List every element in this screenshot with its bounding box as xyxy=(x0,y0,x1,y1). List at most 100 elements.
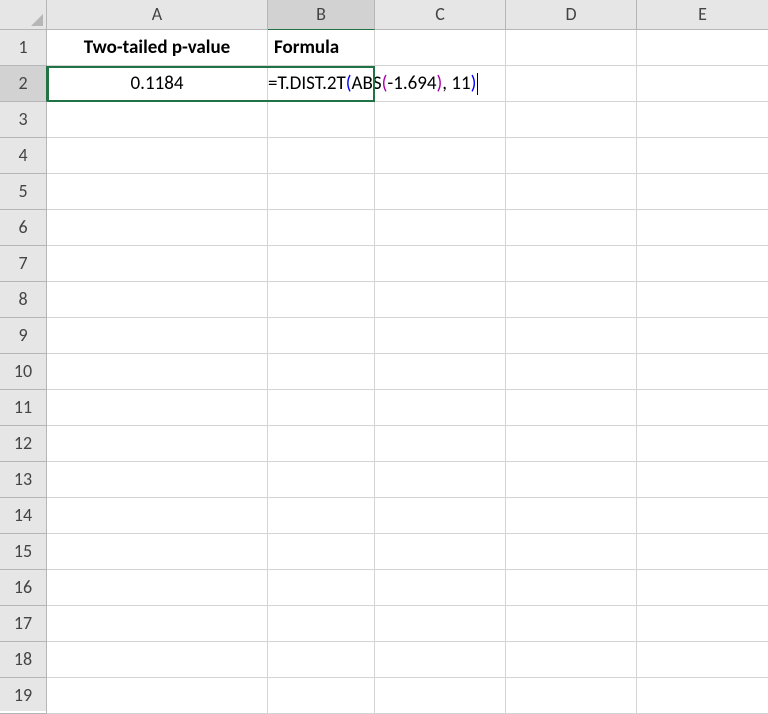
cell-D3[interactable] xyxy=(506,102,637,138)
cell-B10[interactable] xyxy=(268,354,375,390)
cell-A8[interactable] xyxy=(47,282,268,318)
cell-A15[interactable] xyxy=(47,534,268,570)
column-header-D[interactable]: D xyxy=(506,0,637,30)
cell-B5[interactable] xyxy=(268,174,375,210)
cell-C17[interactable] xyxy=(375,606,506,642)
cell-D6[interactable] xyxy=(506,210,637,246)
cell-C3[interactable] xyxy=(375,102,506,138)
cell-B18[interactable] xyxy=(268,642,375,678)
cell-C1[interactable] xyxy=(375,30,506,66)
row-header-5[interactable]: 5 xyxy=(0,174,47,210)
row-header-14[interactable]: 14 xyxy=(0,498,47,534)
row-header-13[interactable]: 13 xyxy=(0,462,47,498)
column-header-E[interactable]: E xyxy=(637,0,768,30)
column-header-B[interactable]: B xyxy=(268,0,375,30)
cell-D14[interactable] xyxy=(506,498,637,534)
cell-D12[interactable] xyxy=(506,426,637,462)
cell-E4[interactable] xyxy=(637,138,768,174)
cell-C7[interactable] xyxy=(375,246,506,282)
cell-E18[interactable] xyxy=(637,642,768,678)
cell-B17[interactable] xyxy=(268,606,375,642)
cell-A16[interactable] xyxy=(47,570,268,606)
cell-E8[interactable] xyxy=(637,282,768,318)
cell-C10[interactable] xyxy=(375,354,506,390)
cell-E19[interactable] xyxy=(637,678,768,714)
cell-E11[interactable] xyxy=(637,390,768,426)
row-header-1[interactable]: 1 xyxy=(0,30,47,66)
cell-A2[interactable]: 0.1184 xyxy=(47,66,268,102)
row-header-15[interactable]: 15 xyxy=(0,534,47,570)
cell-C13[interactable] xyxy=(375,462,506,498)
cell-C14[interactable] xyxy=(375,498,506,534)
cell-A10[interactable] xyxy=(47,354,268,390)
row-header-9[interactable]: 9 xyxy=(0,318,47,354)
cell-A14[interactable] xyxy=(47,498,268,534)
cell-B2[interactable]: =T.DIST.2T(ABS(-1.694), 11) xyxy=(268,66,375,102)
row-header-11[interactable]: 11 xyxy=(0,390,47,426)
cell-C9[interactable] xyxy=(375,318,506,354)
cell-A13[interactable] xyxy=(47,462,268,498)
cell-B9[interactable] xyxy=(268,318,375,354)
cell-B11[interactable] xyxy=(268,390,375,426)
row-header-10[interactable]: 10 xyxy=(0,354,47,390)
cell-E16[interactable] xyxy=(637,570,768,606)
row-header-12[interactable]: 12 xyxy=(0,426,47,462)
cell-C16[interactable] xyxy=(375,570,506,606)
row-header-6[interactable]: 6 xyxy=(0,210,47,246)
cell-D18[interactable] xyxy=(506,642,637,678)
cell-A19[interactable] xyxy=(47,678,268,714)
column-header-C[interactable]: C xyxy=(375,0,506,30)
cell-B8[interactable] xyxy=(268,282,375,318)
cell-B3[interactable] xyxy=(268,102,375,138)
cell-A3[interactable] xyxy=(47,102,268,138)
cell-D4[interactable] xyxy=(506,138,637,174)
cell-E3[interactable] xyxy=(637,102,768,138)
cell-C6[interactable] xyxy=(375,210,506,246)
row-header-7[interactable]: 7 xyxy=(0,246,47,282)
cell-A17[interactable] xyxy=(47,606,268,642)
cell-C15[interactable] xyxy=(375,534,506,570)
cell-A12[interactable] xyxy=(47,426,268,462)
row-header-17[interactable]: 17 xyxy=(0,606,47,642)
row-header-8[interactable]: 8 xyxy=(0,282,47,318)
cell-B19[interactable] xyxy=(268,678,375,714)
cell-B15[interactable] xyxy=(268,534,375,570)
cell-E9[interactable] xyxy=(637,318,768,354)
cell-D13[interactable] xyxy=(506,462,637,498)
cell-B12[interactable] xyxy=(268,426,375,462)
cell-E1[interactable] xyxy=(637,30,768,66)
cell-A1[interactable]: Two-tailed p-value xyxy=(47,30,268,66)
cell-D11[interactable] xyxy=(506,390,637,426)
cell-B1[interactable]: Formula xyxy=(268,30,375,66)
cell-C8[interactable] xyxy=(375,282,506,318)
cell-D7[interactable] xyxy=(506,246,637,282)
row-header-3[interactable]: 3 xyxy=(0,102,47,138)
cell-B14[interactable] xyxy=(268,498,375,534)
cell-D10[interactable] xyxy=(506,354,637,390)
cell-D2[interactable] xyxy=(506,66,637,102)
row-header-4[interactable]: 4 xyxy=(0,138,47,174)
cell-E6[interactable] xyxy=(637,210,768,246)
select-all-corner[interactable] xyxy=(0,0,47,30)
cell-A4[interactable] xyxy=(47,138,268,174)
cell-A5[interactable] xyxy=(47,174,268,210)
cell-A6[interactable] xyxy=(47,210,268,246)
cell-B4[interactable] xyxy=(268,138,375,174)
cell-E5[interactable] xyxy=(637,174,768,210)
cell-D17[interactable] xyxy=(506,606,637,642)
cell-B7[interactable] xyxy=(268,246,375,282)
cell-D16[interactable] xyxy=(506,570,637,606)
cell-D9[interactable] xyxy=(506,318,637,354)
cell-D5[interactable] xyxy=(506,174,637,210)
cell-E13[interactable] xyxy=(637,462,768,498)
cell-E12[interactable] xyxy=(637,426,768,462)
cell-D19[interactable] xyxy=(506,678,637,714)
cell-C19[interactable] xyxy=(375,678,506,714)
cell-D1[interactable] xyxy=(506,30,637,66)
cell-C11[interactable] xyxy=(375,390,506,426)
cell-C5[interactable] xyxy=(375,174,506,210)
row-header-18[interactable]: 18 xyxy=(0,642,47,678)
cell-A18[interactable] xyxy=(47,642,268,678)
cell-B6[interactable] xyxy=(268,210,375,246)
cell-A11[interactable] xyxy=(47,390,268,426)
